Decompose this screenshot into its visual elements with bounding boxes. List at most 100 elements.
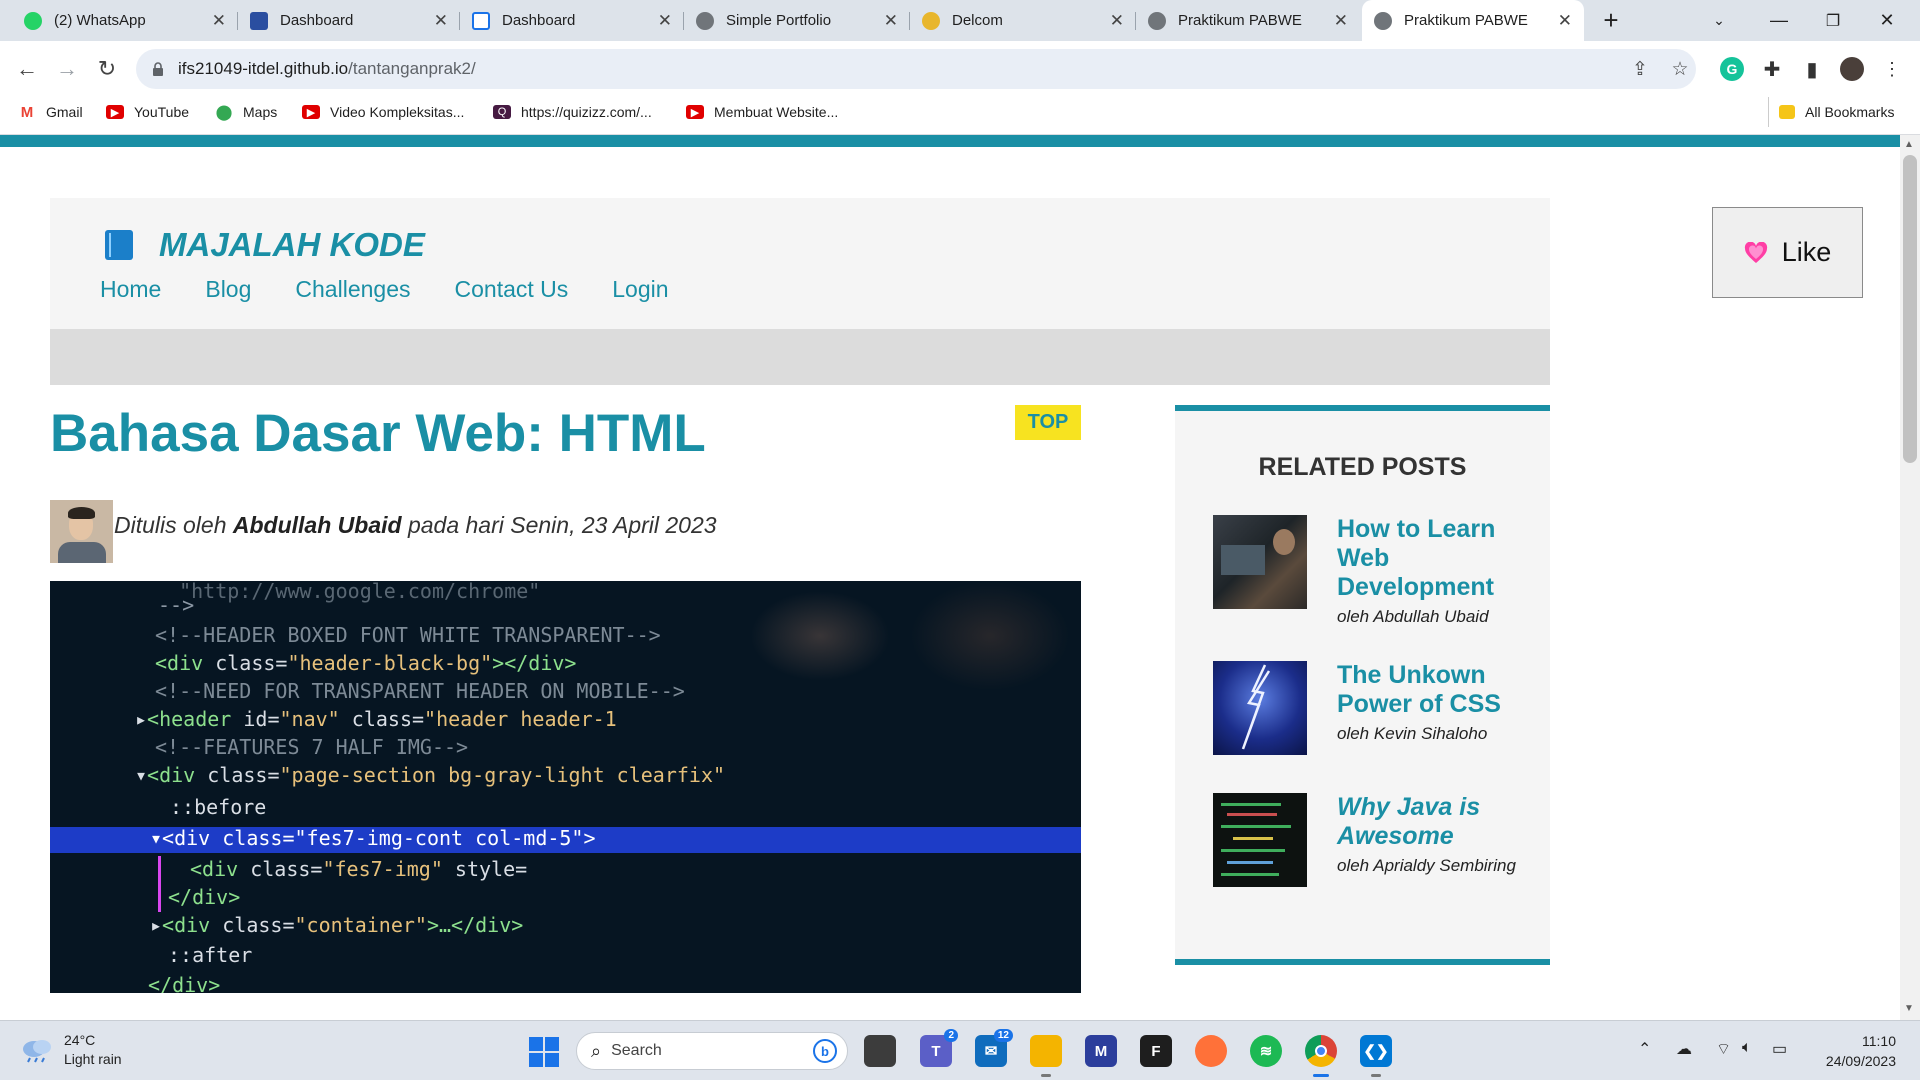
top-accent-bar — [0, 135, 1900, 147]
page-viewport: MAJALAH KODE Home Blog Challenges Contac… — [0, 135, 1900, 1020]
scrollbar-thumb[interactable] — [1903, 155, 1917, 463]
side-panel-icon[interactable]: ▮ — [1800, 57, 1824, 81]
teams-icon[interactable]: T2 — [920, 1029, 958, 1067]
related-post[interactable]: Why Java is Awesome oleh Aprialdy Sembir… — [1213, 793, 1517, 887]
youtube-icon: ▶ — [302, 105, 320, 119]
top-badge: TOP — [1015, 405, 1081, 440]
scroll-down-arrow-icon[interactable]: ▼ — [1904, 1003, 1914, 1014]
byline-text: Ditulis oleh Abdullah Ubaid pada hari Se… — [114, 512, 717, 539]
close-icon[interactable]: ✕ — [212, 11, 226, 31]
like-button[interactable]: Like — [1712, 207, 1863, 298]
adobe-app-icon[interactable]: M — [1085, 1035, 1117, 1067]
profile-avatar[interactable] — [1840, 57, 1864, 81]
vscode-icon[interactable]: ❮❯ — [1360, 1035, 1392, 1077]
task-view-icon[interactable] — [864, 1035, 896, 1067]
post-title[interactable]: The Unkown Power of CSS — [1337, 661, 1517, 719]
bing-icon[interactable]: b — [813, 1039, 837, 1063]
bookmark-youtube[interactable]: ▶ YouTube — [106, 97, 189, 127]
tab-simple-portfolio[interactable]: Simple Portfolio ✕ — [684, 0, 910, 41]
related-post[interactable]: The Unkown Power of CSS oleh Kevin Sihal… — [1213, 661, 1517, 755]
address-bar[interactable]: ifs21049-itdel.github.io/tantanganprak2/ — [136, 49, 1696, 89]
bookmark-quizizz[interactable]: Q https://quizizz.com/... — [493, 97, 652, 127]
close-icon[interactable]: ✕ — [884, 11, 898, 31]
taskbar-search[interactable]: ⌕ Search b — [576, 1032, 848, 1070]
onedrive-icon[interactable]: ☁ — [1676, 1039, 1692, 1059]
tab-dashboard-del[interactable]: Dashboard ✕ — [238, 0, 460, 41]
volume-icon[interactable]: 🔈︎ — [1742, 1039, 1752, 1057]
close-icon[interactable]: ✕ — [1558, 11, 1572, 31]
file-explorer-icon[interactable] — [1030, 1035, 1062, 1077]
tab-title: Praktikum PABWE — [1178, 12, 1302, 29]
tab-search-chevron-icon[interactable]: ⌄ — [1702, 0, 1736, 41]
tab-whatsapp[interactable]: (2) WhatsApp ✕ — [12, 0, 238, 41]
close-icon[interactable]: ✕ — [658, 11, 672, 31]
rain-cloud-icon — [23, 1040, 51, 1063]
related-post[interactable]: How to Learn Web Development oleh Abdull… — [1213, 515, 1517, 630]
nav-login[interactable]: Login — [612, 276, 668, 303]
bookmark-video-kompleksitas[interactable]: ▶ Video Kompleksitas... — [302, 97, 464, 127]
weather-widget[interactable]: 24°C Light rain — [20, 1031, 122, 1069]
restore-button[interactable]: ❐ — [1810, 0, 1856, 41]
close-icon[interactable]: ✕ — [1110, 11, 1124, 31]
main-nav: Home Blog Challenges Contact Us Login — [100, 276, 713, 303]
url-path: /tantanganprak2/ — [348, 59, 476, 78]
bookmark-gmail[interactable]: M Gmail — [18, 97, 83, 127]
share-icon[interactable]: ⇪ — [1626, 49, 1654, 89]
search-icon: ⌕ — [591, 1040, 602, 1061]
book-icon — [105, 230, 133, 260]
tab-dashboard[interactable]: Dashboard ✕ — [460, 0, 684, 41]
bookmark-star-icon[interactable]: ☆ — [1666, 49, 1694, 89]
close-icon[interactable]: ✕ — [434, 11, 448, 31]
nav-challenges[interactable]: Challenges — [295, 276, 410, 303]
bookmarks-bar: M Gmail ▶ YouTube ⬤ Maps ▶ Video Komplek… — [0, 97, 1920, 135]
like-label: Like — [1781, 237, 1832, 267]
all-bookmarks-button[interactable]: All Bookmarks — [1768, 97, 1894, 127]
related-posts-sidebar: RELATED POSTS How to Learn Web Developme… — [1175, 405, 1550, 965]
site-brand[interactable]: MAJALAH KODE — [105, 226, 425, 264]
byline-author[interactable]: Abdullah Ubaid — [233, 512, 402, 538]
tab-title: (2) WhatsApp — [54, 12, 146, 29]
close-icon[interactable]: ✕ — [1334, 11, 1348, 31]
heart-icon — [1744, 241, 1767, 263]
bookmark-label: https://quizizz.com/... — [521, 104, 652, 120]
wifi-icon[interactable]: ⌔ — [1716, 1039, 1731, 1059]
figma-icon[interactable]: F — [1140, 1035, 1172, 1067]
start-button[interactable] — [529, 1037, 559, 1067]
tab-praktikum-active[interactable]: Praktikum PABWE ✕ — [1362, 0, 1584, 41]
nav-home[interactable]: Home — [100, 276, 161, 303]
del-icon — [250, 11, 268, 30]
bookmark-maps[interactable]: ⬤ Maps — [215, 97, 278, 127]
browser-toolbar: ← → ↻ ifs21049-itdel.github.io/tantangan… — [0, 41, 1920, 97]
battery-icon[interactable]: ▭ — [1772, 1039, 1787, 1059]
chrome-icon[interactable] — [1305, 1035, 1337, 1077]
grammarly-icon[interactable]: G — [1720, 57, 1744, 81]
minimize-button[interactable]: — — [1756, 0, 1802, 41]
tab-delcom[interactable]: Delcom ✕ — [910, 0, 1136, 41]
tray-overflow-chevron-icon[interactable]: ⌃ — [1638, 1039, 1651, 1059]
back-button[interactable]: ← — [12, 54, 42, 84]
article-title: Bahasa Dasar Web: HTML — [50, 404, 706, 463]
forward-button[interactable]: → — [52, 54, 82, 84]
post-title[interactable]: How to Learn Web Development — [1337, 515, 1517, 602]
menu-kebab-icon[interactable]: ⋮ — [1880, 57, 1904, 81]
post-thumbnail — [1213, 515, 1307, 609]
scroll-up-arrow-icon[interactable]: ▲ — [1904, 139, 1914, 150]
post-title[interactable]: Why Java is Awesome — [1337, 793, 1517, 851]
delcom-icon — [922, 11, 940, 30]
globe-icon — [1374, 11, 1392, 30]
bookmark-membuat-website[interactable]: ▶ Membuat Website... — [686, 97, 838, 127]
tab-praktikum-1[interactable]: Praktikum PABWE ✕ — [1136, 0, 1360, 41]
window-close-button[interactable]: ✕ — [1864, 0, 1910, 41]
page-scrollbar[interactable]: ▲ ▼ — [1900, 135, 1920, 1020]
new-tab-button[interactable]: + — [1595, 0, 1627, 41]
url-text: ifs21049-itdel.github.io/tantanganprak2/ — [178, 59, 476, 79]
reload-button[interactable]: ↻ — [92, 54, 122, 84]
firefox-icon[interactable] — [1195, 1035, 1227, 1067]
mail-icon[interactable]: ✉ 12 — [975, 1029, 1013, 1067]
nav-contact-us[interactable]: Contact Us — [455, 276, 569, 303]
extensions-icon[interactable]: ✚ — [1760, 57, 1784, 81]
globe-icon — [696, 11, 714, 30]
system-clock[interactable]: 11:10 24/09/2023 — [1810, 1031, 1896, 1071]
spotify-icon[interactable]: ≋ — [1250, 1035, 1282, 1067]
nav-blog[interactable]: Blog — [205, 276, 251, 303]
